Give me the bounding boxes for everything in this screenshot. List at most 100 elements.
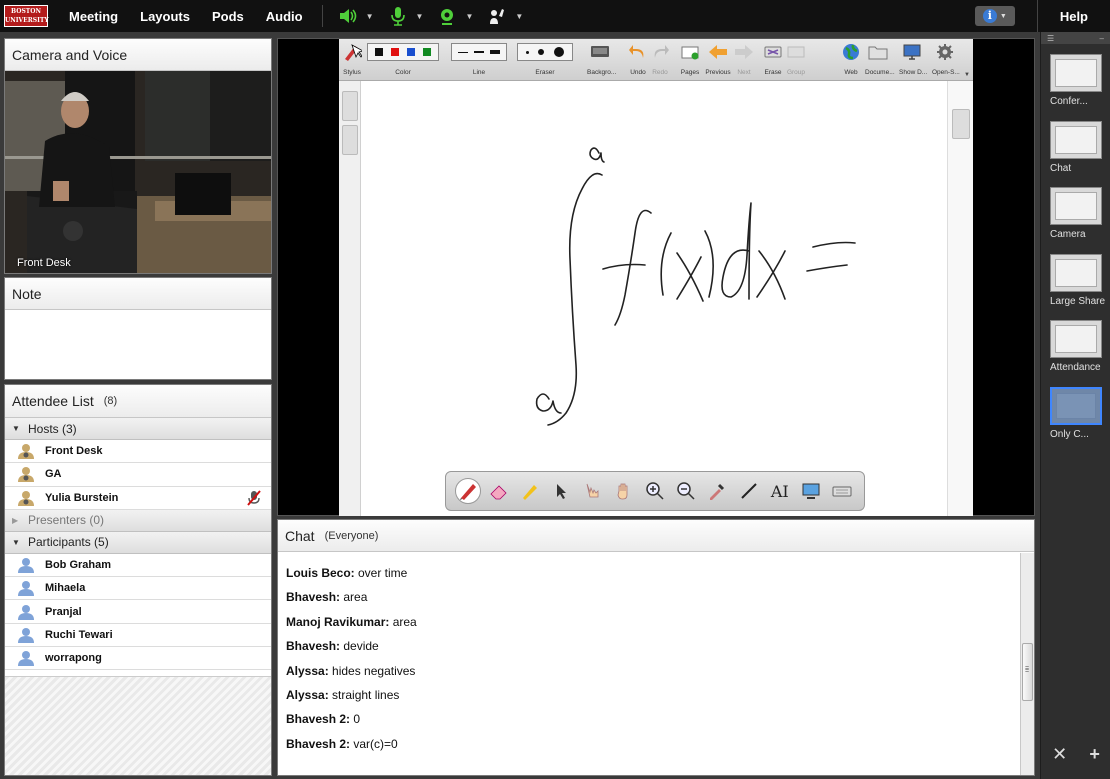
- show-desktop-button[interactable]: Show D...: [899, 43, 928, 76]
- tool-label: Pages: [680, 69, 700, 76]
- pointer-tool[interactable]: [579, 478, 605, 504]
- attendee-row[interactable]: Mihaela: [5, 577, 271, 601]
- info-icon: i: [982, 9, 997, 23]
- menu-separator: [321, 5, 323, 27]
- attendee-row[interactable]: Bob Graham: [5, 553, 271, 578]
- triangle-right-icon: ▶: [12, 515, 19, 525]
- group-hosts[interactable]: ▼ Hosts (3): [5, 418, 271, 440]
- chevron-down-icon[interactable]: ▼: [964, 72, 970, 78]
- pan-tool[interactable]: [611, 478, 637, 504]
- select-tool[interactable]: [548, 478, 574, 504]
- menu-pods[interactable]: Pods: [201, 9, 255, 24]
- line-medium[interactable]: [474, 51, 484, 53]
- screen-icon: [802, 483, 820, 499]
- stylus-tool[interactable]: Stylus: [339, 43, 365, 76]
- layout-camera[interactable]: Camera: [1050, 187, 1104, 240]
- layout-large-share[interactable]: Large Share: [1050, 254, 1105, 307]
- layout-thumbnail: [1050, 387, 1102, 425]
- document-button[interactable]: Docume...: [865, 43, 895, 76]
- highlighter-tool[interactable]: [517, 478, 543, 504]
- chevron-down-icon[interactable]: ▼: [416, 12, 424, 21]
- zoom-in-tool[interactable]: [642, 478, 668, 504]
- screenshot-tool[interactable]: [798, 478, 824, 504]
- muted-microphone-icon: [247, 489, 261, 509]
- panel-collapse-icon[interactable]: –: [1100, 34, 1104, 43]
- chevron-down-icon[interactable]: ▼: [366, 12, 374, 21]
- left-panel-toggle[interactable]: [342, 91, 358, 121]
- color-picker-tool[interactable]: [704, 478, 730, 504]
- menu-meeting[interactable]: Meeting: [58, 9, 129, 24]
- attendee-row[interactable]: Pranjal: [5, 600, 271, 624]
- attendee-row[interactable]: worrapong: [5, 647, 271, 671]
- tool-label: Show D...: [899, 69, 928, 76]
- speaker-control[interactable]: ▼: [338, 6, 374, 26]
- color-swatch-blue[interactable]: [407, 48, 415, 56]
- right-panel-toggle[interactable]: [952, 109, 970, 139]
- tool-label: Previous: [705, 69, 731, 76]
- chat-header: Chat (Everyone): [278, 520, 1034, 552]
- color-swatch-green[interactable]: [423, 48, 431, 56]
- eraser-medium[interactable]: [538, 49, 545, 55]
- tool-label: Redo: [652, 69, 668, 76]
- note-content[interactable]: [5, 310, 271, 378]
- help-menu[interactable]: Help: [1038, 9, 1110, 24]
- background-button[interactable]: Backgro...: [587, 43, 616, 76]
- eraser-tool[interactable]: [486, 478, 512, 504]
- group-participants[interactable]: ▼ Participants (5): [5, 531, 271, 554]
- layout-only-chat[interactable]: Only C...: [1050, 387, 1104, 440]
- whiteboard-canvas[interactable]: [361, 81, 947, 516]
- video-feed[interactable]: Front Desk: [5, 71, 271, 273]
- web-button[interactable]: Web: [838, 43, 864, 76]
- video-frame: [5, 71, 271, 273]
- scrollbar-thumb[interactable]: = =: [1022, 643, 1033, 701]
- speaker-icon: [338, 6, 358, 26]
- chevron-down-icon[interactable]: ▼: [465, 12, 473, 21]
- add-icon[interactable]: +: [1089, 744, 1100, 765]
- color-swatch-black[interactable]: [375, 48, 383, 56]
- close-icon[interactable]: ✕: [1052, 744, 1067, 765]
- attendee-row[interactable]: GA: [5, 463, 271, 487]
- share-pod: Stylus Color Line Eraser Backgro... Undo…: [277, 38, 1035, 516]
- group-button[interactable]: Group: [783, 43, 809, 76]
- panel-menu-icon[interactable]: ☰: [1047, 34, 1054, 43]
- webcam-control[interactable]: ▼: [437, 6, 473, 26]
- raise-hand-control[interactable]: ▼: [487, 6, 523, 26]
- line-thick[interactable]: [490, 50, 500, 54]
- chat-scope[interactable]: (Everyone): [325, 530, 379, 542]
- eraser-large[interactable]: [554, 47, 565, 57]
- line-tool[interactable]: [736, 478, 762, 504]
- line-thin[interactable]: [458, 51, 468, 53]
- next-button[interactable]: Next: [731, 43, 757, 76]
- menu-layouts[interactable]: Layouts: [129, 9, 201, 24]
- attendee-row[interactable]: Ruchi Tewari: [5, 623, 271, 648]
- menu-audio[interactable]: Audio: [255, 9, 314, 24]
- attendee-row[interactable]: Front Desk: [5, 440, 271, 464]
- previous-button[interactable]: Previous: [705, 43, 731, 76]
- info-button[interactable]: i ▼: [974, 6, 1015, 26]
- host-icon: [17, 465, 35, 483]
- chevron-down-icon[interactable]: ▼: [515, 12, 523, 21]
- chat-message: Louis Beco: over time: [286, 565, 1020, 589]
- pod-title: Chat: [285, 527, 315, 544]
- layout-attendance[interactable]: Attendance: [1050, 320, 1104, 373]
- pages-button[interactable]: Pages: [677, 43, 703, 76]
- zoom-out-tool[interactable]: [673, 478, 699, 504]
- layout-conference[interactable]: Confer...: [1050, 54, 1104, 107]
- microphone-control[interactable]: ▼: [388, 6, 424, 26]
- undo-icon: [628, 43, 648, 61]
- open-settings-button[interactable]: Open-S...: [932, 43, 960, 76]
- chat-scrollbar[interactable]: = =: [1020, 553, 1034, 775]
- keyboard-tool[interactable]: [829, 478, 855, 504]
- eraser-small[interactable]: [525, 50, 529, 54]
- attendee-row[interactable]: Yulia Burstein: [5, 486, 271, 510]
- color-swatch-red[interactable]: [391, 48, 399, 56]
- whiteboard-toolbar: Stylus Color Line Eraser Backgro... Undo…: [339, 39, 973, 81]
- redo-button[interactable]: Redo: [647, 43, 673, 76]
- chat-message: Alyssa: hides negatives: [286, 663, 1020, 687]
- layout-chat[interactable]: Chat: [1050, 121, 1104, 174]
- text-tool[interactable]: AI: [767, 478, 793, 504]
- group-presenters[interactable]: ▶ Presenters (0): [5, 509, 271, 532]
- pen-tool[interactable]: [454, 478, 481, 504]
- left-panel-tool[interactable]: [342, 125, 358, 155]
- menu-bar: BOSTON UNIVERSITY Meeting Layouts Pods A…: [0, 0, 1110, 32]
